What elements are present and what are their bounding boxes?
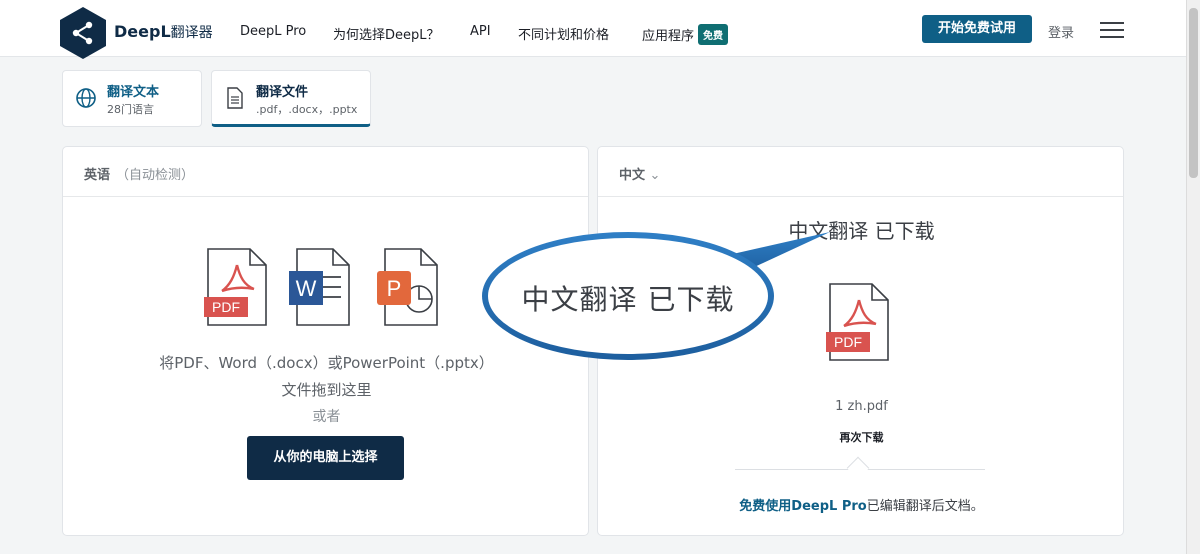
nav-item-api[interactable]: API	[470, 24, 491, 39]
callout-text: 中文翻译 已下载	[521, 283, 735, 316]
drop-instructions: 将PDF、Word（.docx）或PowerPoint（.pptx）	[159, 354, 494, 372]
svg-text:PDF: PDF	[212, 299, 240, 315]
brand-name[interactable]: DeepL翻译器	[114, 22, 213, 42]
deepl-logo-icon[interactable]	[60, 7, 106, 59]
file-name: 1 zh.pdf	[835, 399, 888, 414]
tab-translate-text[interactable]: 翻译文本 28门语言	[62, 70, 202, 127]
pdf-icon: PDF	[204, 248, 267, 326]
or-separator: 或者	[312, 409, 341, 425]
choose-from-computer-button[interactable]: 从你的电脑上选择	[247, 436, 404, 480]
pdf-icon: PDF	[826, 283, 889, 361]
nav-item-apps[interactable]: 应用程序 免费	[642, 24, 729, 45]
download-again-link[interactable]: 再次下载	[598, 429, 1125, 445]
top-nav: DeepL翻译器 DeepL Pro 为何选择DeepL？ API 不同计划和价…	[0, 0, 1186, 59]
globe-icon	[76, 88, 96, 108]
tab-sublabel: 28门语言	[107, 103, 154, 116]
menu-icon[interactable]	[1100, 22, 1124, 40]
login-link[interactable]: 登录	[1048, 22, 1074, 41]
target-panel-header: 中文 ⌄	[598, 147, 1123, 197]
scrollbar-thumb[interactable]	[1189, 8, 1198, 178]
target-panel: 中文 ⌄ 中文翻译 已下载 PDF 1 zh.pdf 再次下载 免费使用Deep…	[597, 146, 1124, 536]
nav-item-why-deepl[interactable]: 为何选择DeepL？	[333, 24, 440, 43]
deepl-pro-free-link[interactable]: 免费使用DeepL Pro	[739, 499, 866, 514]
free-badge: 免费	[698, 24, 729, 45]
tab-label: 翻译文本	[107, 85, 160, 100]
page-scrollbar[interactable]	[1186, 0, 1200, 554]
svg-text:P: P	[387, 276, 402, 301]
powerpoint-icon: P	[377, 248, 438, 326]
tab-label: 翻译文件	[256, 85, 309, 100]
source-panel[interactable]: 英语 （自动检测） PDF W P 将PDF、Word（.docx）或PowerP…	[62, 146, 589, 536]
start-free-trial-button[interactable]: 开始免费试用	[922, 15, 1032, 43]
chevron-down-icon: ⌄	[649, 168, 661, 183]
tab-sublabel: .pdf，.docx，.pptx	[256, 103, 358, 116]
svg-text:PDF: PDF	[834, 334, 862, 350]
target-language-selector[interactable]: 中文 ⌄	[619, 164, 660, 183]
nav-item-deepl-pro[interactable]: DeepL Pro	[240, 24, 306, 39]
divider-caret	[846, 456, 870, 480]
download-status-title: 中文翻译 已下载	[788, 219, 935, 243]
tab-translate-files[interactable]: 翻译文件 .pdf，.docx，.pptx	[211, 70, 371, 127]
source-panel-header: 英语 （自动检测）	[63, 147, 588, 197]
document-icon	[227, 87, 243, 109]
drop-instructions-2: 文件拖到这里	[281, 381, 372, 399]
source-language-selector[interactable]: 英语 （自动检测）	[84, 164, 194, 183]
promo-text: 免费使用DeepL Pro已编辑翻译后文档。	[739, 499, 984, 514]
svg-text:W: W	[296, 276, 317, 301]
word-icon: W	[289, 248, 350, 326]
nav-item-pricing[interactable]: 不同计划和价格	[518, 24, 609, 43]
